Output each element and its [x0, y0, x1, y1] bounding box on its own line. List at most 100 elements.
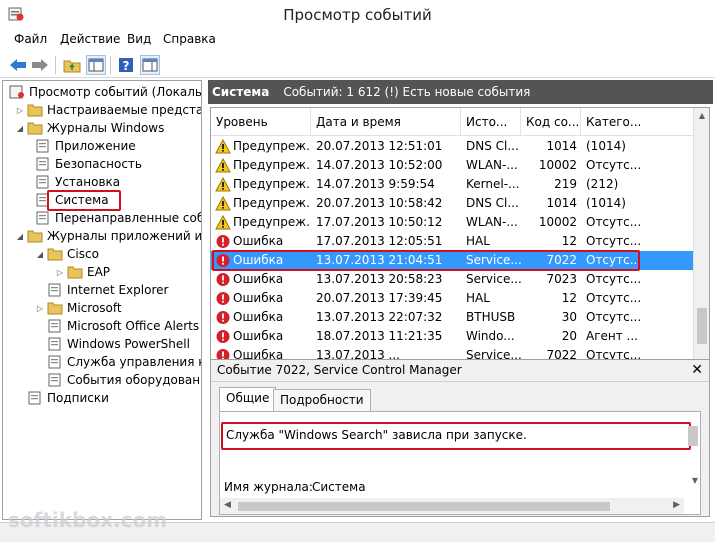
tree-key-management[interactable]: Служба управления ключами	[47, 353, 201, 371]
vertical-scrollbar[interactable]: ▲	[693, 108, 709, 366]
tree-hardware-events[interactable]: События оборудования	[47, 371, 201, 389]
tree-eap[interactable]: ▷ EAP	[55, 263, 110, 281]
show-hide-tree-icon[interactable]	[86, 55, 106, 75]
properties-icon[interactable]	[140, 55, 160, 75]
row-level: Предупреж...	[233, 177, 311, 191]
warning-icon	[215, 158, 231, 173]
tree-microsoft[interactable]: ▷ Microsoft	[35, 299, 122, 317]
table-row[interactable]: Ошибка 13.07.2013 20:58:23 Service... 7023 О…	[211, 270, 695, 289]
column-category[interactable]: Катего...	[581, 108, 695, 136]
scroll-down-icon[interactable]: ▼	[692, 476, 698, 485]
table-row[interactable]: Предупреж... 17.07.2013 10:50:12 WLAN-... 1…	[211, 213, 695, 232]
row-level: Предупреж...	[233, 196, 311, 210]
warning-icon	[215, 215, 231, 230]
table-row[interactable]: Предупреж... 14.07.2013 9:59:54 Kernel-...…	[211, 175, 695, 194]
chevron-down-icon[interactable]: ◢	[35, 250, 45, 259]
h-scroll-thumb[interactable]	[238, 502, 610, 511]
tab-details[interactable]: Подробности	[273, 389, 371, 411]
folder-icon	[27, 230, 43, 243]
column-code[interactable]: Код со...	[521, 108, 581, 136]
event-message: Служба "Windows Search" зависла при запу…	[226, 428, 527, 442]
menu-view[interactable]: Вид	[127, 32, 151, 46]
tree-application[interactable]: Приложение	[35, 137, 136, 155]
row-code: 1014	[546, 196, 577, 210]
folder-up-icon[interactable]	[62, 55, 82, 75]
row-source: WLAN-...	[466, 158, 518, 172]
tree-internet-explorer[interactable]: Internet Explorer	[47, 281, 168, 299]
tree-custom-views[interactable]: ▷ Настраиваемые представления	[15, 101, 201, 119]
tree-forwarded[interactable]: Перенаправленные события	[35, 209, 201, 227]
tree-root[interactable]: Просмотр событий (Локальный)	[9, 83, 201, 101]
tree-setup[interactable]: Установка	[35, 173, 120, 191]
scroll-right-icon[interactable]: ▶	[673, 500, 680, 510]
chevron-right-icon[interactable]: ▷	[55, 268, 65, 277]
close-icon[interactable]: ✕	[691, 362, 703, 378]
table-row[interactable]: Ошибка 17.07.2013 12:05:51 HAL 12 Отсутс...	[211, 232, 695, 251]
row-level: Ошибка	[233, 291, 284, 305]
chevron-down-icon[interactable]: ◢	[15, 232, 25, 241]
log-icon	[36, 157, 49, 171]
message-scroll-thumb[interactable]	[688, 426, 698, 446]
row-level: Предупреж...	[233, 158, 311, 172]
horizontal-scrollbar[interactable]: ◀ ▶	[220, 498, 684, 514]
log-icon	[36, 139, 49, 153]
table-row[interactable]: Ошибка 20.07.2013 17:39:45 HAL 12 Отсутс...	[211, 289, 695, 308]
back-icon[interactable]	[8, 55, 28, 75]
folder-icon	[47, 302, 63, 315]
tree-cisco[interactable]: ◢ Cisco	[35, 245, 99, 263]
log-icon	[28, 391, 41, 405]
row-source: HAL	[466, 234, 490, 248]
row-category: Отсутс...	[586, 234, 642, 248]
tree-windows-logs[interactable]: ◢ Журналы Windows	[15, 119, 164, 137]
table-row[interactable]: Предупреж... 20.07.2013 12:51:01 DNS Cl...…	[211, 137, 695, 156]
tree-app-services-logs[interactable]: ◢ Журналы приложений и служб	[15, 227, 201, 245]
row-date: 18.07.2013 11:21:35	[316, 329, 443, 343]
scroll-thumb[interactable]	[697, 308, 707, 344]
error-icon	[216, 330, 230, 343]
title-bar: Просмотр событий	[0, 0, 715, 30]
folder-icon	[47, 248, 63, 261]
chevron-right-icon[interactable]: ▷	[35, 304, 45, 313]
chevron-down-icon[interactable]: ◢	[15, 124, 25, 133]
row-category: Отсутс...	[586, 310, 642, 324]
row-code: 12	[561, 234, 577, 248]
content-pane: Система Событий: 1 612 (!) Есть новые со…	[208, 80, 713, 520]
scroll-left-icon[interactable]: ◀	[224, 500, 231, 510]
column-level[interactable]: Уровень	[211, 108, 311, 136]
tree-security[interactable]: Безопасность	[35, 155, 142, 173]
tree-windows-powershell[interactable]: Windows PowerShell	[47, 335, 190, 353]
tree-ms-office-alerts[interactable]: Microsoft Office Alerts	[47, 317, 199, 335]
window-title: Просмотр событий	[283, 6, 432, 24]
menu-action[interactable]: Действие	[60, 32, 120, 46]
log-icon	[48, 283, 61, 297]
row-category: (1014)	[586, 139, 626, 153]
row-level: Ошибка	[233, 272, 284, 286]
row-code: 30	[561, 310, 577, 324]
watermark: softikbox.com	[8, 508, 168, 532]
row-date: 14.07.2013 9:59:54	[316, 177, 435, 191]
menu-bar: Файл Действие Вид Справка	[0, 30, 715, 50]
row-category: (1014)	[586, 196, 626, 210]
row-category: Агент ...	[586, 329, 638, 343]
tree-subscriptions[interactable]: Подписки	[27, 389, 109, 407]
table-row[interactable]: Ошибка 18.07.2013 11:21:35 Windo... 20 Агент…	[211, 327, 695, 346]
log-name-label: Имя журнала:	[224, 480, 313, 494]
toolbar-separator	[55, 56, 56, 74]
row-date: 17.07.2013 12:05:51	[316, 234, 443, 248]
scroll-up-icon[interactable]: ▲	[694, 108, 709, 124]
table-row[interactable]: Предупреж... 20.07.2013 10:58:42 DNS Cl...…	[211, 194, 695, 213]
help-icon[interactable]: ?	[116, 55, 136, 75]
column-date[interactable]: Дата и время	[311, 108, 461, 136]
menu-help[interactable]: Справка	[163, 32, 216, 46]
column-source[interactable]: Исто...	[461, 108, 521, 136]
table-row[interactable]: Предупреж... 14.07.2013 10:52:00 WLAN-... 1…	[211, 156, 695, 175]
event-viewer-icon	[9, 85, 24, 99]
grid-header: Уровень Дата и время Исто... Код со... К…	[211, 108, 695, 136]
table-row[interactable]: Ошибка 13.07.2013 22:07:32 BTHUSB 30 Отсутс.…	[211, 308, 695, 327]
tab-general[interactable]: Общие	[219, 387, 277, 411]
forward-icon[interactable]	[30, 55, 50, 75]
chevron-right-icon[interactable]: ▷	[15, 106, 25, 115]
warning-icon	[215, 196, 231, 211]
menu-file[interactable]: Файл	[14, 32, 47, 46]
row-date: 20.07.2013 10:58:42	[316, 196, 443, 210]
